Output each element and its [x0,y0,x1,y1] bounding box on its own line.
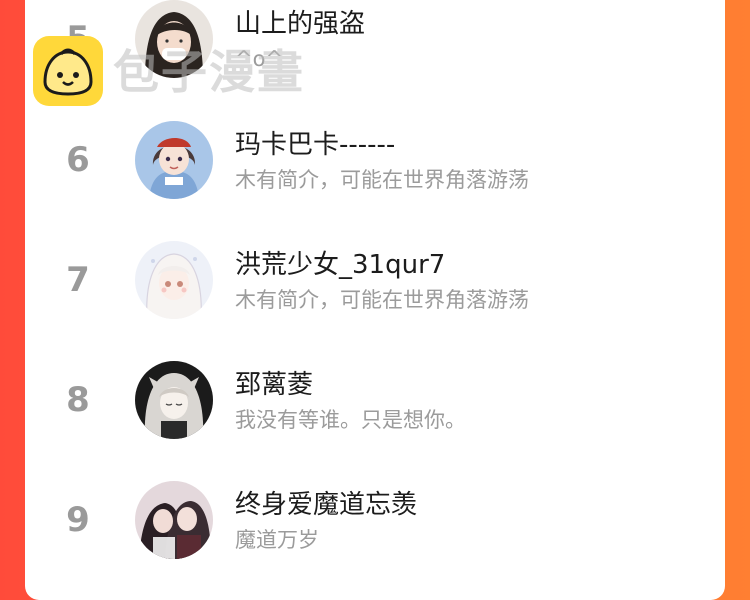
avatar[interactable] [135,361,213,439]
avatar[interactable] [135,241,213,319]
avatar-white-hair-icon [135,241,213,319]
user-name[interactable]: 玛卡巴卡------ [235,129,395,161]
bun-logo-icon [33,36,103,106]
ranking-row[interactable]: 7 洪荒少女_31qur7 木有简介，可能在世界角落游荡 [25,220,725,340]
user-name[interactable]: 郅蓠菱 [235,369,313,401]
ranking-row[interactable]: 8 郅蓠菱 我没有等谁。只是想你。 [25,340,725,460]
user-description: 魔道万岁 [235,528,319,552]
rank-number: 6 [66,140,90,180]
ranking-row[interactable]: 6 玛卡巴卡------ 木有简介，可能在世界角落游荡 [25,100,725,220]
user-description: 我没有等谁。只是想你。 [235,408,466,432]
user-name[interactable]: 终身爱魔道忘羡 [235,489,417,521]
rank-number: 8 [66,380,90,420]
watermark-text: 包子漫畫 [113,45,305,99]
avatar-two-figures-icon [135,481,213,559]
avatar-sketch-girl-icon [135,361,213,439]
rank-number: 7 [66,260,90,300]
user-description: 木有简介，可能在世界角落游荡 [235,168,529,192]
rank-number: 9 [66,500,90,540]
user-name[interactable]: 洪荒少女_31qur7 [235,249,445,281]
watermark: 包子漫畫 [33,36,333,108]
avatar[interactable] [135,121,213,199]
avatar-blue-anime-icon [135,121,213,199]
ranking-row[interactable]: 9 终身爱魔道忘羡 魔道万岁 [25,460,725,580]
avatar[interactable] [135,481,213,559]
user-description: 木有简介，可能在世界角落游荡 [235,288,529,312]
